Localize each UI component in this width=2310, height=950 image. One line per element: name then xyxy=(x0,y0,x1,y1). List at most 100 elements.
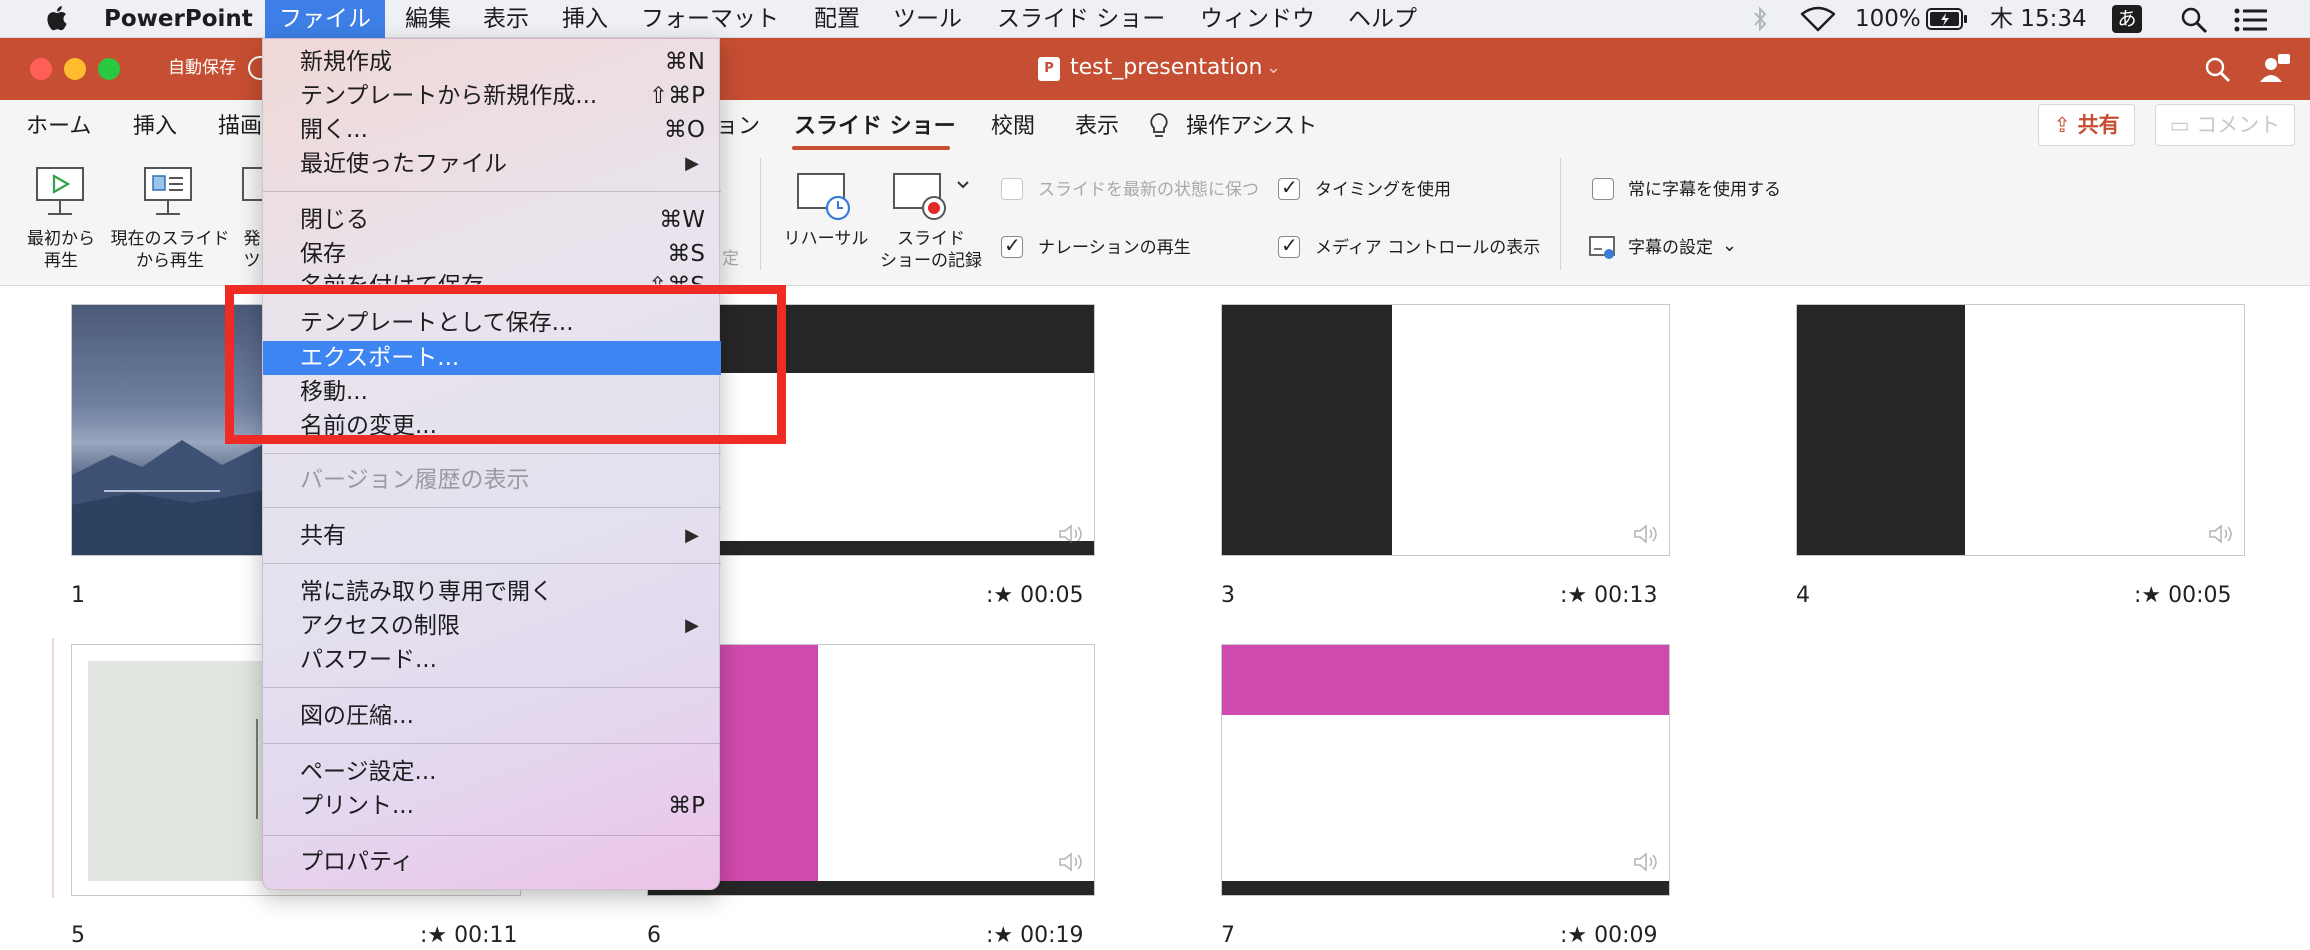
slide-thumbnail-7[interactable] xyxy=(1221,644,1670,896)
subtitle-settings-icon[interactable] xyxy=(1588,234,1618,262)
menu-arrange[interactable]: 配置 xyxy=(814,4,860,34)
slide-transition-star-icon: :★ xyxy=(986,583,1021,608)
present-online-icon[interactable] xyxy=(240,166,262,220)
share-button[interactable]: ⇪ 共有 xyxy=(2038,104,2135,146)
menu-item-password[interactable]: パスワード... xyxy=(263,643,721,677)
play-from-start-label[interactable]: 最初から 再生 xyxy=(20,228,102,272)
menu-view[interactable]: 表示 xyxy=(483,4,529,34)
powerpoint-doc-icon: P xyxy=(1038,57,1060,81)
menu-separator xyxy=(263,563,721,564)
menu-separator xyxy=(263,835,721,836)
play-from-current-icon[interactable] xyxy=(142,166,194,220)
apple-icon[interactable] xyxy=(44,5,68,31)
menu-item-save[interactable]: 保存 ⌘S xyxy=(263,237,721,271)
tab-insert[interactable]: 挿入 xyxy=(133,112,177,142)
subtitle-settings-chevron-icon[interactable]: ⌄ xyxy=(1722,235,1737,257)
submenu-arrow-icon: ▶ xyxy=(685,525,699,546)
slide-transition-star-icon: :★ xyxy=(420,923,455,948)
tab-tell-me[interactable]: 操作アシスト xyxy=(1186,112,1317,142)
slide-timing-2: :★ 00:05 xyxy=(986,582,1084,610)
account-icon[interactable] xyxy=(2258,52,2292,86)
menu-item-open-recent[interactable]: 最近使ったファイル ▶ xyxy=(263,147,721,181)
play-from-start-line2: 再生 xyxy=(44,251,78,271)
menu-format[interactable]: フォーマット xyxy=(641,4,779,34)
menu-item-always-open-read-only[interactable]: 常に読み取り専用で開く xyxy=(263,575,721,609)
menu-item-label: パスワード... xyxy=(300,647,437,673)
slide-timing-4-value: 00:05 xyxy=(2168,583,2232,608)
play-from-start-icon[interactable] xyxy=(34,166,86,220)
window-minimize-button[interactable] xyxy=(64,58,86,80)
slide-thumbnail-4[interactable] xyxy=(1796,304,2245,556)
title-chevron-down-icon[interactable]: ⌄ xyxy=(1266,53,1281,83)
share-label: 共有 xyxy=(2077,113,2120,137)
submenu-arrow-icon: ▶ xyxy=(685,153,699,174)
menu-help[interactable]: ヘルプ xyxy=(1348,4,1417,34)
slide-number-7: 7 xyxy=(1221,923,1235,948)
menu-insert[interactable]: 挿入 xyxy=(562,4,608,34)
menu-window[interactable]: ウィンドウ xyxy=(1200,4,1315,34)
rehearse-label[interactable]: リハーサル xyxy=(780,228,872,250)
bluetooth-icon[interactable] xyxy=(1752,6,1768,32)
tab-view[interactable]: 表示 xyxy=(1075,112,1119,142)
show-media-controls-checkbox[interactable] xyxy=(1278,233,1300,258)
play-from-current-label[interactable]: 現在のスライド から再生 xyxy=(106,228,234,272)
menu-file[interactable]: ファイル xyxy=(265,0,385,38)
slide-transition-star-icon: :★ xyxy=(1560,923,1595,948)
wifi-icon[interactable] xyxy=(1800,6,1836,32)
slide-timing-3-value: 00:13 xyxy=(1594,583,1658,608)
menu-item-compress-pictures[interactable]: 図の圧縮... xyxy=(263,699,721,733)
menu-edit[interactable]: 編集 xyxy=(405,4,451,34)
tab-transitions-partial[interactable]: ョン xyxy=(716,112,760,142)
menu-item-close[interactable]: 閉じる ⌘W xyxy=(263,203,721,237)
record-slideshow-icon[interactable] xyxy=(892,172,972,222)
document-title[interactable]: test_presentation xyxy=(1070,53,1263,83)
battery-icon[interactable] xyxy=(1926,8,1968,30)
tab-home[interactable]: ホーム xyxy=(26,112,91,142)
menu-item-share[interactable]: 共有 ▶ xyxy=(263,519,721,553)
comment-button[interactable]: ▭ コメント xyxy=(2155,104,2295,146)
speaker-icon xyxy=(1634,524,1657,544)
menu-slideshow[interactable]: スライド ショー xyxy=(997,4,1165,34)
notification-center-icon[interactable] xyxy=(2234,8,2268,32)
subtitle-settings-label[interactable]: 字幕の設定 xyxy=(1628,237,1713,259)
menu-item-open[interactable]: 開く... ⌘O xyxy=(263,113,721,147)
tab-review[interactable]: 校閲 xyxy=(991,112,1035,142)
always-use-subtitles-checkbox[interactable] xyxy=(1592,178,1614,200)
present-partial-label[interactable]: 発 ツ xyxy=(242,228,262,272)
window-close-button[interactable] xyxy=(30,58,52,80)
search-icon[interactable] xyxy=(2204,56,2232,84)
menu-item-new[interactable]: 新規作成 ⌘N xyxy=(263,45,721,79)
keep-slides-updated-checkbox[interactable] xyxy=(1001,178,1023,200)
comment-icon: ▭ xyxy=(2169,113,2190,137)
use-timings-checkbox[interactable] xyxy=(1278,175,1300,200)
menu-item-restrict-access[interactable]: アクセスの制限 ▶ xyxy=(263,609,721,643)
play-from-current-line2: から再生 xyxy=(136,251,204,271)
menu-tools[interactable]: ツール xyxy=(893,4,962,34)
speaker-icon xyxy=(1634,852,1657,872)
slide-transition-star-icon: :★ xyxy=(986,923,1021,948)
speaker-icon xyxy=(1059,852,1082,872)
file-menu-dropdown: 新規作成 ⌘N テンプレートから新規作成... ⇧⌘P 開く... ⌘O 最近使… xyxy=(262,38,721,890)
slide-thumbnail-3[interactable] xyxy=(1221,304,1670,556)
menu-item-new-from-template[interactable]: テンプレートから新規作成... ⇧⌘P xyxy=(263,79,721,113)
app-menu-powerpoint[interactable]: PowerPoint xyxy=(104,4,253,34)
input-method-indicator[interactable]: あ xyxy=(2112,5,2142,33)
slide-transition-star-icon: :★ xyxy=(2134,583,2169,608)
spotlight-search-icon[interactable] xyxy=(2180,6,2208,34)
record-slideshow-label[interactable]: スライド ショーの記録 xyxy=(876,228,986,272)
menu-item-page-setup[interactable]: ページ設定... xyxy=(263,755,721,789)
menu-item-properties[interactable]: プロパティ xyxy=(263,845,721,879)
slide-timing-6: :★ 00:19 xyxy=(986,922,1084,950)
play-narrations-checkbox[interactable] xyxy=(1001,233,1023,258)
tab-slideshow[interactable]: スライド ショー xyxy=(794,112,956,142)
menu-item-label: 保存 xyxy=(300,241,346,267)
tab-draw[interactable]: 描画 xyxy=(218,112,262,142)
rehearse-timings-icon[interactable] xyxy=(796,172,854,222)
window-zoom-button[interactable] xyxy=(98,58,120,80)
macos-menu-bar: PowerPoint ファイル 編集 表示 挿入 フォーマット 配置 ツール ス… xyxy=(0,0,2310,38)
menu-item-print[interactable]: プリント... ⌘P xyxy=(263,789,721,823)
menu-clock[interactable]: 木 15:34 xyxy=(1990,4,2087,34)
slide-timing-4: :★ 00:05 xyxy=(2134,582,2232,610)
menu-item-label: 閉じる xyxy=(300,207,369,233)
slide-timing-6-value: 00:19 xyxy=(1020,923,1084,948)
